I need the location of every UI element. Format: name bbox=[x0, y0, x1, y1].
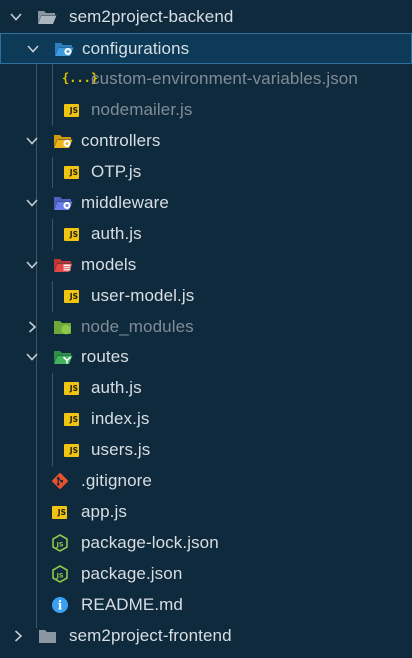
folder-icon bbox=[39, 630, 56, 643]
tree-item-package-lock-json[interactable]: JS package-lock.json bbox=[0, 528, 412, 559]
tree-item-index-js[interactable]: JS index.js bbox=[0, 404, 412, 435]
js-file-icon: JS bbox=[62, 441, 82, 459]
tree-item-label: sem2project-frontend bbox=[69, 626, 232, 645]
chevron-down-icon bbox=[26, 137, 38, 145]
js-file-icon: JS bbox=[62, 410, 82, 428]
chevron-down-icon bbox=[27, 45, 39, 53]
tree-item-label: auth.js bbox=[91, 378, 142, 397]
tree-item-label: configurations bbox=[82, 39, 190, 58]
nodejs-icon: JS bbox=[52, 565, 68, 583]
tree-item-custom-environment-variables-json[interactable]: {...} custom-environment-variables.json bbox=[0, 64, 412, 95]
tree-item-models[interactable]: models bbox=[0, 250, 412, 281]
tree-item-controllers[interactable]: controllers bbox=[0, 126, 412, 157]
tree-item-label: OTP.js bbox=[91, 162, 142, 181]
tree-item-label: models bbox=[81, 255, 137, 274]
svg-text:JS: JS bbox=[55, 571, 63, 579]
tree-item-nodemailer-js[interactable]: JS nodemailer.js bbox=[0, 95, 412, 126]
nodejs-icon: JS bbox=[52, 534, 68, 552]
folder-node-modules-icon bbox=[54, 321, 71, 335]
tree-item-label: index.js bbox=[91, 409, 150, 428]
chevron-down-icon bbox=[26, 199, 38, 207]
folder-middleware-icon bbox=[54, 197, 73, 210]
js-file-icon: JS bbox=[50, 503, 70, 521]
tree-item-user-model-js[interactable]: JS user-model.js bbox=[0, 281, 412, 312]
js-file-icon: JS bbox=[62, 225, 82, 243]
json-file-icon: {...} bbox=[62, 71, 99, 85]
file-explorer-tree: sem2project-backend configurations {...}… bbox=[0, 0, 412, 658]
tree-item-label: package-lock.json bbox=[81, 533, 219, 552]
tree-item-label: app.js bbox=[81, 502, 127, 521]
tree-item-label: middleware bbox=[81, 193, 169, 212]
chevron-down-icon bbox=[10, 13, 22, 21]
tree-item-configurations[interactable]: configurations bbox=[0, 33, 412, 64]
tree-item-sem2project-frontend[interactable]: sem2project-frontend bbox=[0, 621, 412, 652]
tree-item-label: package.json bbox=[81, 564, 183, 583]
tree-item-package-json[interactable]: JS package.json bbox=[0, 559, 412, 590]
tree-item-label: node_modules bbox=[81, 317, 194, 336]
tree-item-middleware[interactable]: middleware bbox=[0, 188, 412, 219]
tree-item-label: .gitignore bbox=[81, 471, 152, 490]
chevron-down-icon bbox=[26, 261, 38, 269]
tree-item-label: nodemailer.js bbox=[91, 100, 193, 119]
folder-controllers-icon bbox=[54, 135, 73, 148]
folder-models-icon bbox=[54, 259, 73, 272]
tree-item-routes[interactable]: routes bbox=[0, 342, 412, 373]
tree-item-gitignore[interactable]: .gitignore bbox=[0, 466, 412, 497]
chevron-down-icon bbox=[26, 353, 38, 361]
tree-item-middleware-auth-js[interactable]: JS auth.js bbox=[0, 219, 412, 250]
tree-item-label: users.js bbox=[91, 440, 151, 459]
js-file-icon: JS bbox=[62, 163, 82, 181]
tree-item-label: custom-environment-variables.json bbox=[91, 69, 358, 88]
svg-text:i: i bbox=[58, 598, 63, 612]
chevron-right-icon bbox=[14, 630, 23, 642]
tree-item-label: user-model.js bbox=[91, 286, 195, 305]
chevron-right-icon bbox=[28, 321, 37, 333]
tree-item-otp-js[interactable]: JS OTP.js bbox=[0, 157, 412, 188]
svg-text:JS: JS bbox=[55, 540, 63, 548]
tree-item-label: routes bbox=[81, 347, 129, 366]
folder-config-icon bbox=[55, 43, 74, 56]
js-file-icon: JS bbox=[62, 287, 82, 305]
tree-item-label: README.md bbox=[81, 595, 183, 614]
tree-item-readme-md[interactable]: i README.md bbox=[0, 590, 412, 621]
tree-item-label: controllers bbox=[81, 131, 161, 150]
info-icon: i bbox=[52, 597, 68, 613]
tree-item-sem2project-backend[interactable]: sem2project-backend bbox=[0, 2, 412, 33]
js-file-icon: JS bbox=[62, 379, 82, 397]
git-icon bbox=[52, 473, 68, 489]
tree-item-users-js[interactable]: JS users.js bbox=[0, 435, 412, 466]
tree-item-app-js[interactable]: JS app.js bbox=[0, 497, 412, 528]
tree-item-node-modules[interactable]: node_modules bbox=[0, 312, 412, 343]
folder-routes-icon bbox=[54, 351, 73, 364]
js-file-icon: JS bbox=[62, 101, 82, 119]
tree-item-routes-auth-js[interactable]: JS auth.js bbox=[0, 373, 412, 404]
folder-open-icon bbox=[38, 11, 57, 24]
tree-item-label: sem2project-backend bbox=[69, 7, 234, 26]
tree-item-label: auth.js bbox=[91, 224, 142, 243]
